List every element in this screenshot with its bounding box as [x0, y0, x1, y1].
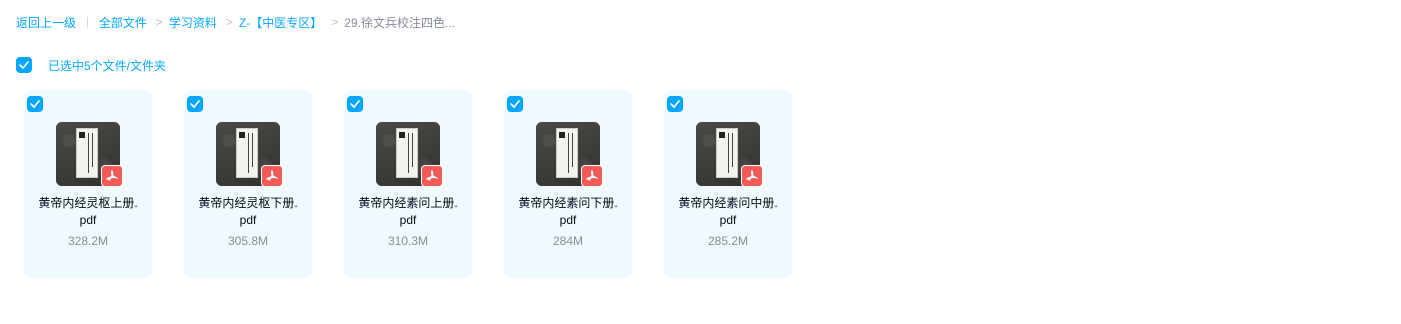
check-icon — [30, 100, 40, 108]
file-name: 黄帝内经灵枢下册. pdf — [198, 196, 298, 227]
breadcrumb-arrow-icon: > — [225, 15, 233, 29]
check-icon — [350, 100, 360, 108]
breadcrumb-current: 29.徐文兵校注四色... — [344, 15, 455, 30]
check-icon — [19, 61, 29, 69]
file-name: 黄帝内经素问下册. pdf — [518, 196, 618, 227]
file-browser: 返回上一级 | 全部文件 > 学习资料 > Z-【中医专区】 > 29.徐文兵校… — [0, 0, 1401, 324]
file-checkbox[interactable] — [347, 96, 363, 112]
file-size: 284M — [552, 234, 584, 248]
breadcrumb-arrow-icon: > — [155, 15, 163, 29]
file-card[interactable]: 黄帝内经素问上册. pdf 310.3M — [344, 90, 472, 278]
file-grid: 黄帝内经灵枢上册. pdf 328.2M 黄帝内经灵枢下册. pdf 305.8… — [24, 90, 792, 278]
select-all-checkbox[interactable] — [16, 57, 32, 73]
file-name: 黄帝内经素问上册. pdf — [358, 196, 458, 227]
check-icon — [510, 100, 520, 108]
file-size: 305.8M — [227, 234, 269, 248]
pdf-icon — [421, 165, 443, 187]
file-checkbox[interactable] — [507, 96, 523, 112]
file-name: 黄帝内经素问中册. pdf — [678, 196, 778, 227]
file-size: 285.2M — [707, 234, 749, 248]
file-card[interactable]: 黄帝内经素问中册. pdf 285.2M — [664, 90, 792, 278]
pdf-icon — [581, 165, 603, 187]
file-checkbox[interactable] — [667, 96, 683, 112]
pdf-icon — [101, 165, 123, 187]
check-icon — [190, 100, 200, 108]
file-checkbox[interactable] — [27, 96, 43, 112]
file-card[interactable]: 黄帝内经灵枢下册. pdf 305.8M — [184, 90, 312, 278]
selection-count-label: 已选中5个文件/文件夹 — [48, 58, 167, 73]
breadcrumb-item-tcm[interactable]: Z-【中医专区】 — [239, 14, 322, 31]
check-icon — [670, 100, 680, 108]
breadcrumb-divider: | — [86, 16, 89, 28]
breadcrumb: 返回上一级 | 全部文件 > 学习资料 > Z-【中医专区】 > 29.徐文兵校… — [16, 13, 455, 31]
pdf-icon — [741, 165, 763, 187]
file-card[interactable]: 黄帝内经灵枢上册. pdf 328.2M — [24, 90, 152, 278]
file-checkbox[interactable] — [187, 96, 203, 112]
breadcrumb-item-all-files[interactable]: 全部文件 — [99, 14, 147, 31]
breadcrumb-arrow-icon: > — [331, 15, 339, 29]
file-size: 328.2M — [67, 234, 109, 248]
breadcrumb-item-study[interactable]: 学习资料 — [169, 14, 217, 31]
file-card[interactable]: 黄帝内经素问下册. pdf 284M — [504, 90, 632, 278]
back-link[interactable]: 返回上一级 — [16, 14, 76, 31]
pdf-icon — [261, 165, 283, 187]
file-name: 黄帝内经灵枢上册. pdf — [38, 196, 138, 227]
file-size: 310.3M — [387, 234, 429, 248]
selection-bar: 已选中5个文件/文件夹 — [16, 56, 166, 74]
